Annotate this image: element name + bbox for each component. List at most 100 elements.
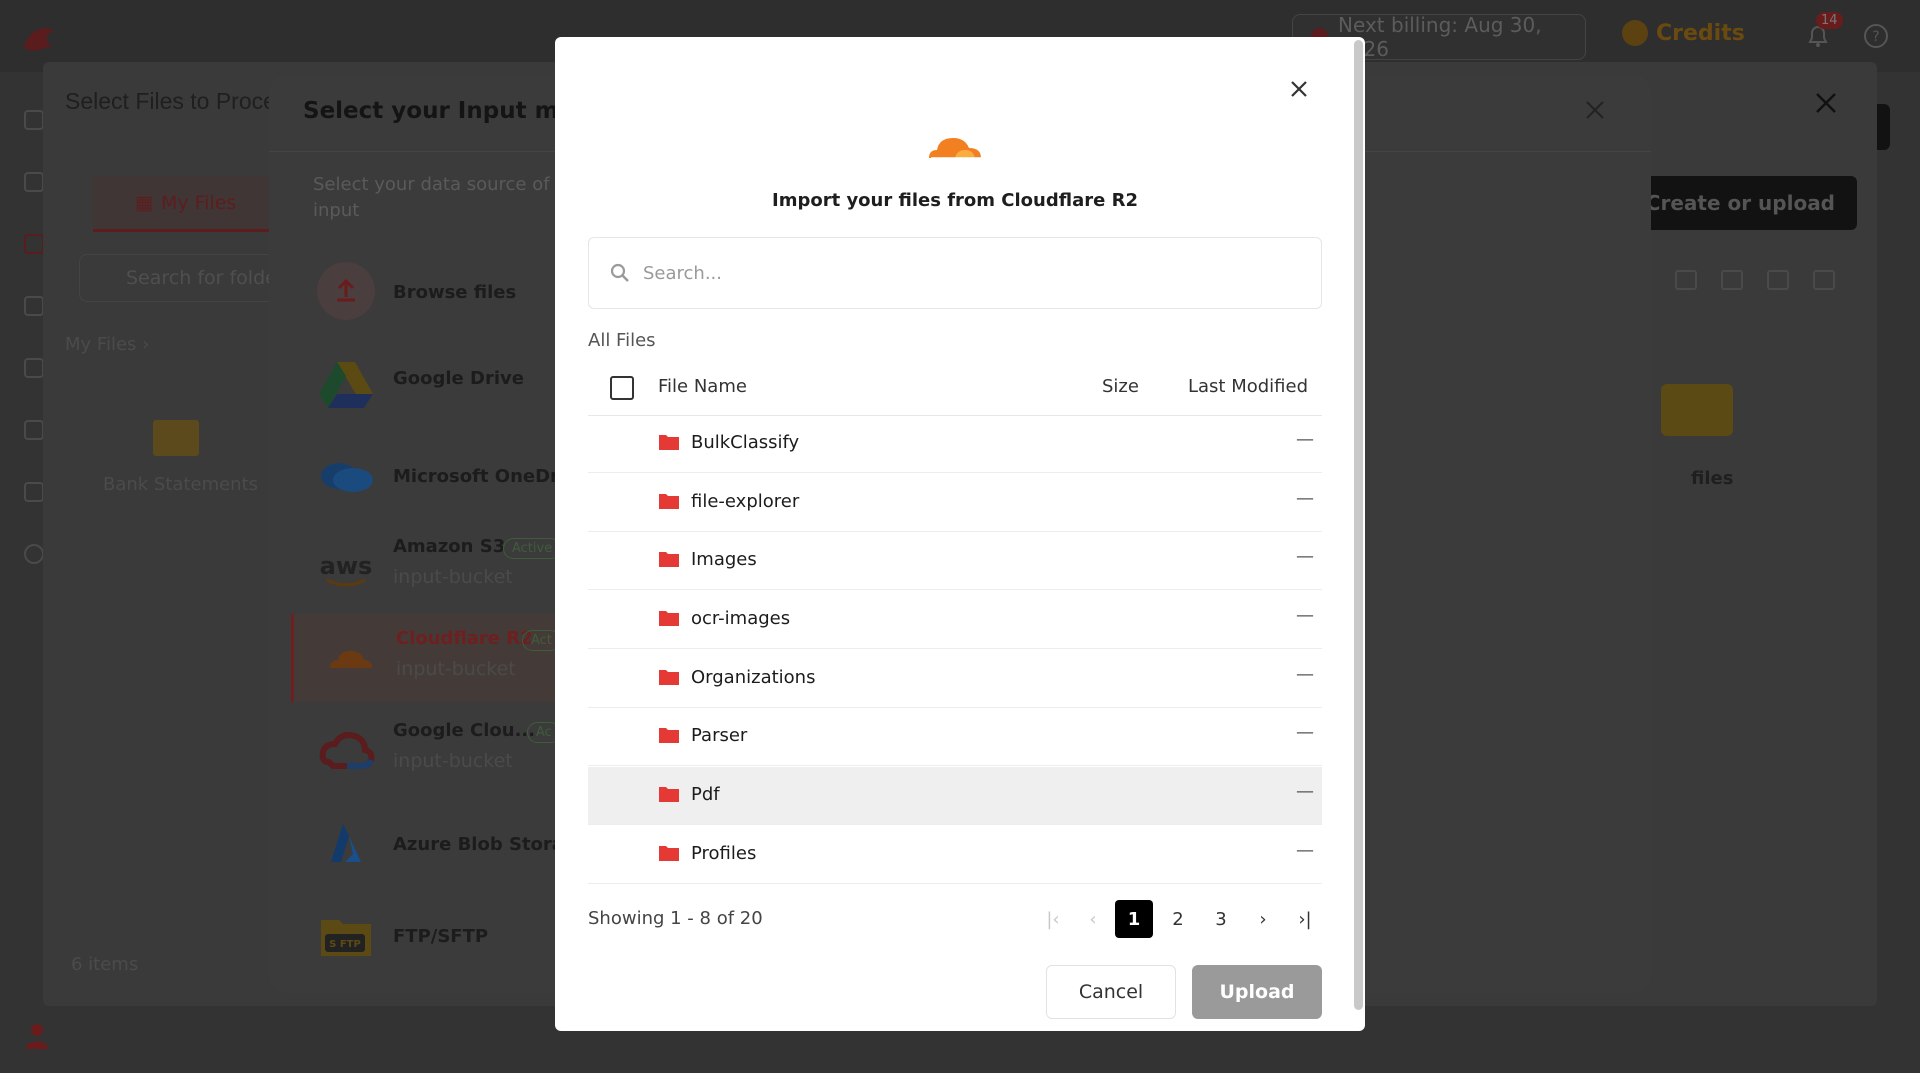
- item-count: 6 items: [71, 954, 139, 975]
- coin-icon: [1622, 20, 1648, 46]
- svg-text:?: ?: [1872, 29, 1879, 45]
- modal-title: Import your files from Cloudflare R2: [772, 190, 1138, 211]
- team-icon[interactable]: [24, 482, 44, 502]
- file-name: file-explorer: [691, 491, 800, 512]
- page-1-button[interactable]: 1: [1115, 900, 1153, 938]
- upload-icon: [317, 262, 375, 320]
- support-icon[interactable]: [24, 544, 44, 564]
- tab-my-files[interactable]: ▦ My Files: [93, 176, 283, 232]
- page-3-button[interactable]: 3: [1209, 900, 1233, 938]
- table-row[interactable]: Parser —: [588, 708, 1322, 766]
- source-onedrive[interactable]: Microsoft OneDrive: [291, 430, 591, 518]
- source-cloudflare-r2[interactable]: Cloudflare R2 Act input-bucket: [291, 614, 591, 702]
- file-name: Organizations: [691, 667, 816, 688]
- last-modified: —: [1296, 429, 1314, 450]
- page-2-button[interactable]: 2: [1166, 900, 1190, 938]
- folder-icon: [659, 435, 679, 450]
- source-azure-blob[interactable]: Azure Blob Storage: [291, 798, 591, 886]
- panel-title: Select Files to Process: [65, 88, 299, 114]
- column-last-modified[interactable]: Last Modified: [1188, 376, 1308, 397]
- folder-icon: [659, 552, 679, 567]
- source-browse-files[interactable]: Browse files: [291, 246, 591, 334]
- table-row[interactable]: BulkClassify —: [588, 415, 1322, 473]
- active-badge: Active: [503, 538, 562, 559]
- help-icon[interactable]: ?: [1862, 22, 1890, 50]
- table-view-icon[interactable]: [1813, 270, 1835, 290]
- document-icon[interactable]: [24, 296, 44, 316]
- filter-icon[interactable]: [1675, 270, 1697, 290]
- close-icon[interactable]: [1813, 90, 1839, 116]
- folder-icon[interactable]: [24, 172, 44, 192]
- source-name: Google Drive: [393, 368, 524, 389]
- table-row[interactable]: Profiles —: [588, 826, 1322, 884]
- file-search-box[interactable]: [588, 237, 1322, 309]
- folder-icon: [659, 670, 679, 685]
- workflow-icon[interactable]: [24, 234, 44, 254]
- credits-label: Credits: [1656, 20, 1745, 46]
- last-modified: —: [1296, 722, 1314, 743]
- next-page-icon[interactable]: ›: [1252, 900, 1274, 938]
- table-row[interactable]: ocr-images —: [588, 591, 1322, 649]
- user-avatar-icon[interactable]: [24, 1022, 50, 1050]
- modal-scrollbar[interactable]: [1354, 40, 1363, 1010]
- source-google-drive[interactable]: Google Drive: [291, 338, 591, 426]
- grid-view-icon[interactable]: [1767, 270, 1789, 290]
- file-name: Pdf: [691, 784, 720, 805]
- table-row[interactable]: Images —: [588, 532, 1322, 590]
- folder-icon: [659, 846, 679, 861]
- list-icon[interactable]: [24, 420, 44, 440]
- folder-icon[interactable]: [153, 420, 199, 456]
- last-modified: —: [1296, 546, 1314, 567]
- column-size[interactable]: Size: [1102, 376, 1139, 397]
- cloudflare-icon: [929, 138, 981, 159]
- pagination-summary: Showing 1 - 8 of 20: [588, 908, 763, 929]
- cancel-button[interactable]: Cancel: [1046, 965, 1176, 1019]
- source-ftp[interactable]: S FTP FTP/SFTP: [291, 890, 591, 978]
- google-cloud-icon: [319, 732, 375, 769]
- breadcrumb[interactable]: My Files ›: [65, 334, 149, 355]
- folder-search-input[interactable]: Search for folder: [79, 254, 299, 302]
- panel-subtitle: Select your data source of input: [313, 174, 550, 221]
- azure-icon: [331, 824, 361, 862]
- last-page-icon[interactable]: ›|: [1292, 900, 1318, 938]
- table-header: File Name Size Last Modified: [588, 364, 1322, 416]
- source-name: Google Clou...: [393, 720, 536, 741]
- table-row[interactable]: file-explorer —: [588, 474, 1322, 532]
- billing-icon[interactable]: [24, 358, 44, 378]
- folder-card-icon[interactable]: [1661, 384, 1733, 436]
- svg-text:S FTP: S FTP: [329, 939, 361, 950]
- source-name: Amazon S3: [393, 536, 506, 557]
- source-amazon-s3[interactable]: aws Amazon S3 Active input-bucket: [291, 522, 591, 610]
- tab-label: My Files: [160, 191, 237, 214]
- source-google-cloud[interactable]: Google Clou... Ac input-bucket: [291, 706, 591, 794]
- first-page-icon[interactable]: |‹: [1040, 900, 1066, 938]
- close-icon[interactable]: [1289, 79, 1309, 99]
- search-input[interactable]: [643, 262, 1283, 284]
- sidebar: [0, 72, 44, 1073]
- google-drive-icon: [319, 362, 373, 408]
- cloudflare-icon: [330, 650, 372, 668]
- folder-icon: [659, 494, 679, 509]
- file-name: Parser: [691, 725, 748, 746]
- search-icon: [610, 263, 629, 282]
- select-all-checkbox[interactable]: [610, 376, 634, 400]
- bucket-name: input-bucket: [393, 566, 513, 588]
- files-label: files: [1691, 468, 1734, 489]
- folder-label[interactable]: Bank Statements: [103, 474, 258, 495]
- home-icon[interactable]: [24, 110, 44, 130]
- folder-icon: [659, 728, 679, 743]
- create-or-upload-button[interactable]: Create or upload: [1621, 176, 1857, 230]
- column-file-name[interactable]: File Name: [658, 376, 747, 397]
- table-row[interactable]: Organizations —: [588, 650, 1322, 708]
- credits-button[interactable]: Credits: [1622, 20, 1745, 46]
- source-name: Browse files: [393, 282, 517, 303]
- last-modified: —: [1296, 488, 1314, 509]
- upload-button[interactable]: Upload: [1192, 965, 1322, 1019]
- previous-page-icon[interactable]: ‹: [1082, 900, 1104, 938]
- table-row[interactable]: Pdf —: [588, 767, 1322, 825]
- file-name: Images: [691, 549, 757, 570]
- close-icon[interactable]: [1583, 98, 1607, 122]
- sort-icon[interactable]: [1721, 270, 1743, 290]
- grid-icon: ▦: [135, 191, 153, 214]
- last-modified: —: [1296, 605, 1314, 626]
